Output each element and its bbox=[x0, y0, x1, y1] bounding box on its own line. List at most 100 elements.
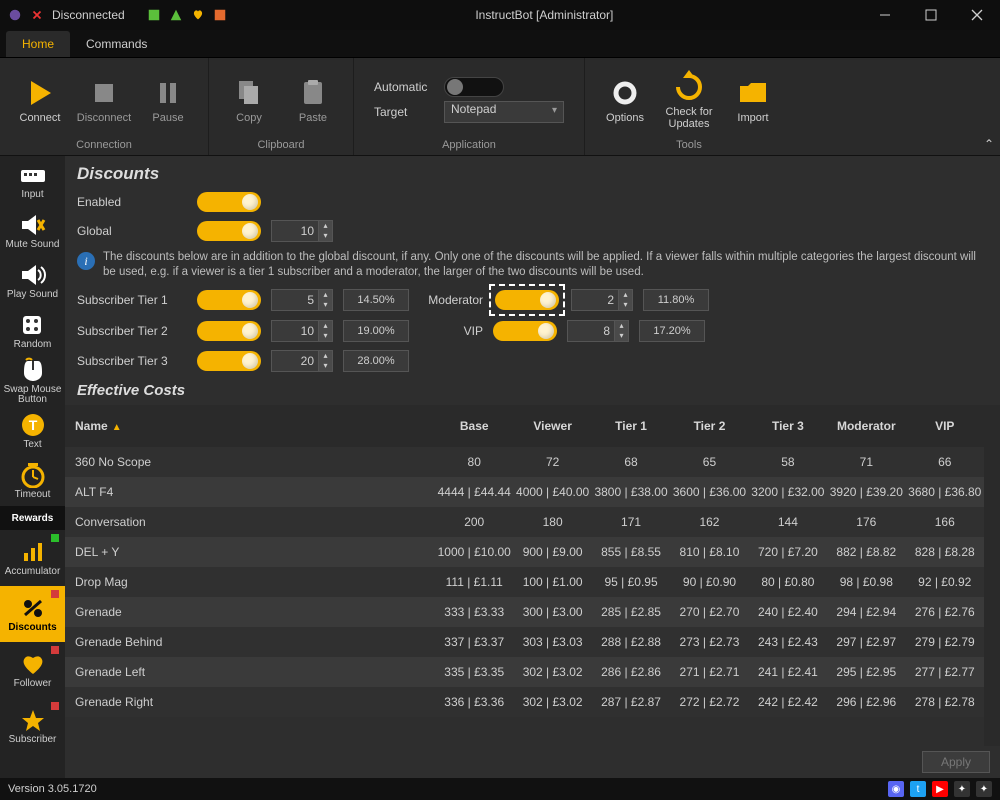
global-input[interactable] bbox=[272, 223, 318, 239]
sidebar-item-mute[interactable]: Mute Sound bbox=[0, 206, 65, 256]
sidebar-item-text[interactable]: TText bbox=[0, 406, 65, 456]
sidebar-item-timeout[interactable]: Timeout bbox=[0, 456, 65, 506]
table-row[interactable]: Grenade Behind337 | £3.37303 | £3.03288 … bbox=[65, 627, 984, 657]
vertical-scrollbar[interactable] bbox=[984, 405, 1000, 746]
col-tier-1[interactable]: Tier 1 bbox=[592, 405, 670, 447]
col-tier-3[interactable]: Tier 3 bbox=[749, 405, 827, 447]
ribbon-collapse-icon[interactable]: ⌃ bbox=[984, 137, 994, 151]
maximize-button[interactable] bbox=[908, 0, 954, 30]
minimize-button[interactable] bbox=[862, 0, 908, 30]
tab-home[interactable]: Home bbox=[6, 31, 70, 57]
col-moderator[interactable]: Moderator bbox=[827, 405, 905, 447]
table-row[interactable]: DEL + Y1000 | £10.00900 | £9.00855 | £8.… bbox=[65, 537, 984, 567]
tier3-input[interactable] bbox=[272, 353, 318, 369]
cell-value: 297 | £2.97 bbox=[827, 627, 905, 657]
copy-icon bbox=[232, 76, 266, 110]
sidebar-item-label: Mute Sound bbox=[6, 240, 60, 250]
spin-down-icon[interactable]: ▾ bbox=[618, 300, 632, 310]
spin-up-icon[interactable]: ▴ bbox=[318, 221, 332, 231]
sidebar-item-subscriber[interactable]: Subscriber bbox=[0, 698, 65, 754]
disconnect-label: Disconnect bbox=[77, 112, 131, 124]
spin-up-icon[interactable]: ▴ bbox=[614, 321, 628, 331]
accumulator-icon bbox=[18, 539, 48, 565]
paste-label: Paste bbox=[299, 112, 327, 124]
col-viewer[interactable]: Viewer bbox=[513, 405, 591, 447]
col-base[interactable]: Base bbox=[435, 405, 513, 447]
apply-button[interactable]: Apply bbox=[922, 751, 990, 773]
col-vip[interactable]: VIP bbox=[906, 405, 984, 447]
misc-icon-2[interactable]: ✦ bbox=[976, 781, 992, 797]
twitter-icon[interactable]: t bbox=[910, 781, 926, 797]
spin-down-icon[interactable]: ▾ bbox=[318, 331, 332, 341]
mod-input[interactable] bbox=[572, 292, 618, 308]
close-button[interactable] bbox=[954, 0, 1000, 30]
automatic-toggle[interactable] bbox=[444, 77, 504, 97]
sidebar-item-input[interactable]: Input bbox=[0, 156, 65, 206]
cell-value: 3200 | £32.00 bbox=[749, 477, 827, 507]
cell-value: 111 | £1.11 bbox=[435, 567, 513, 597]
global-toggle[interactable] bbox=[197, 221, 261, 241]
spin-down-icon[interactable]: ▾ bbox=[318, 231, 332, 241]
sidebar-item-random[interactable]: Random bbox=[0, 306, 65, 356]
vip-toggle[interactable] bbox=[493, 321, 557, 341]
sidebar-item-follower[interactable]: Follower bbox=[0, 642, 65, 698]
tray-icon-3[interactable] bbox=[191, 8, 205, 22]
import-button[interactable]: Import bbox=[723, 65, 783, 135]
discord-icon[interactable]: ◉ bbox=[888, 781, 904, 797]
tier2-spin[interactable]: ▴▾ bbox=[271, 320, 333, 342]
tier3-spin[interactable]: ▴▾ bbox=[271, 350, 333, 372]
col-tier-2[interactable]: Tier 2 bbox=[670, 405, 748, 447]
spin-up-icon[interactable]: ▴ bbox=[618, 290, 632, 300]
tier2-toggle[interactable] bbox=[197, 321, 261, 341]
spin-up-icon[interactable]: ▴ bbox=[318, 351, 332, 361]
copy-button[interactable]: Copy bbox=[219, 65, 279, 135]
cell-value: 162 bbox=[670, 507, 748, 537]
table-row[interactable]: Grenade333 | £3.33300 | £3.00285 | £2.85… bbox=[65, 597, 984, 627]
youtube-icon[interactable]: ▶ bbox=[932, 781, 948, 797]
vip-spin[interactable]: ▴▾ bbox=[567, 320, 629, 342]
misc-icon-1[interactable]: ✦ bbox=[954, 781, 970, 797]
spin-down-icon[interactable]: ▾ bbox=[318, 361, 332, 371]
sidebar-item-swap[interactable]: Swap Mouse Button bbox=[0, 356, 65, 406]
tray-icon-4[interactable] bbox=[213, 8, 227, 22]
spin-up-icon[interactable]: ▴ bbox=[318, 290, 332, 300]
mod-toggle[interactable] bbox=[495, 290, 559, 310]
tab-commands[interactable]: Commands bbox=[70, 31, 163, 57]
input-icon bbox=[18, 162, 48, 188]
table-row[interactable]: Grenade Right336 | £3.36302 | £3.02287 |… bbox=[65, 687, 984, 717]
spin-down-icon[interactable]: ▾ bbox=[318, 300, 332, 310]
spin-down-icon[interactable]: ▾ bbox=[614, 331, 628, 341]
connect-button[interactable]: Connect bbox=[10, 65, 70, 135]
table-row[interactable]: Grenade Left335 | £3.35302 | £3.02286 | … bbox=[65, 657, 984, 687]
costs-table-wrap[interactable]: Name▲BaseViewerTier 1Tier 2Tier 3Moderat… bbox=[65, 405, 984, 746]
table-row[interactable]: ALT F44444 | £44.444000 | £40.003800 | £… bbox=[65, 477, 984, 507]
pause-icon bbox=[151, 76, 185, 110]
sidebar-item-play[interactable]: Play Sound bbox=[0, 256, 65, 306]
tier1-input[interactable] bbox=[272, 292, 318, 308]
options-button[interactable]: Options bbox=[595, 65, 655, 135]
col-name[interactable]: Name▲ bbox=[65, 405, 435, 447]
tier1-label: Subscriber Tier 1 bbox=[77, 293, 187, 307]
table-row[interactable]: Conversation200180171162144176166 bbox=[65, 507, 984, 537]
table-row[interactable]: 360 No Scope80726865587166 bbox=[65, 447, 984, 477]
check-updates-button[interactable]: Check for Updates bbox=[659, 65, 719, 135]
enabled-toggle[interactable] bbox=[197, 192, 261, 212]
paste-button[interactable]: Paste bbox=[283, 65, 343, 135]
sidebar-item-discounts[interactable]: Discounts bbox=[0, 586, 65, 642]
disconnect-button[interactable]: Disconnect bbox=[74, 65, 134, 135]
tier2-input[interactable] bbox=[272, 323, 318, 339]
target-select[interactable]: Notepad bbox=[444, 101, 564, 123]
table-row[interactable]: Drop Mag111 | £1.11100 | £1.0095 | £0.95… bbox=[65, 567, 984, 597]
tier1-toggle[interactable] bbox=[197, 290, 261, 310]
tier1-spin[interactable]: ▴▾ bbox=[271, 289, 333, 311]
tier3-toggle[interactable] bbox=[197, 351, 261, 371]
spin-up-icon[interactable]: ▴ bbox=[318, 321, 332, 331]
tray-icon-2[interactable] bbox=[169, 8, 183, 22]
vip-input[interactable] bbox=[568, 323, 614, 339]
global-spin[interactable]: ▴▾ bbox=[271, 220, 333, 242]
cell-value: 276 | £2.76 bbox=[906, 597, 984, 627]
tray-icon-1[interactable] bbox=[147, 8, 161, 22]
mod-spin[interactable]: ▴▾ bbox=[571, 289, 633, 311]
pause-button[interactable]: Pause bbox=[138, 65, 198, 135]
sidebar-item-accumulator[interactable]: Accumulator bbox=[0, 530, 65, 586]
